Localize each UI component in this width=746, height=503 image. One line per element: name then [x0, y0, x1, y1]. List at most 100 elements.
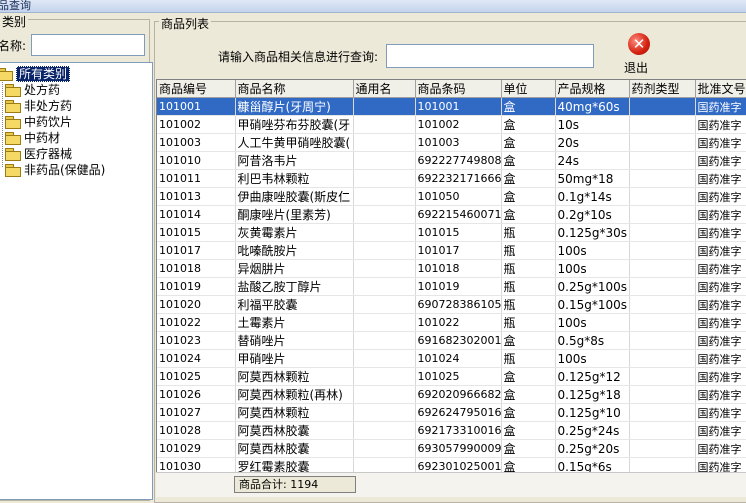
table-cell-code: 101024: [157, 349, 236, 368]
table-cell-spec: 0.25g*24s: [555, 421, 630, 440]
category-tree[interactable]: 所有类别 处方药 非处方药中药饮片 中药材 医疗器械 非药品(保健品): [0, 62, 153, 500]
table-cell-form: [629, 349, 696, 368]
table-cell-unit: 瓶: [501, 295, 556, 314]
table-cell-unit: 盒: [501, 367, 556, 386]
table-cell-generic: [353, 133, 416, 152]
table-row[interactable]: 101020 利福平胶囊 6907283861059 瓶 0.15g*100s 国药准字: [157, 295, 746, 314]
table-row[interactable]: 101018 异烟肼片 101018 瓶 100s 国药准字: [157, 259, 746, 278]
table-row[interactable]: 101014 酮康唑片(里素芳) 6922154600711 盒 0.2g*10s 国药准…: [157, 205, 746, 224]
table-row[interactable]: 101002 甲硝唑芬布芬胶囊(牙 101002 盒 10s 国药准字: [157, 115, 746, 134]
table-row[interactable]: 101011 利巴韦林颗粒 6922321716665 盒 50mg*18 国药准字: [157, 169, 746, 188]
table-cell-spec: 0.1g*14s: [555, 187, 630, 206]
table-cell-name: 阿莫西林颗粒: [235, 403, 354, 422]
table-row[interactable]: 101010 阿昔洛韦片 6922277498080 盒 24s 国药准字: [157, 151, 746, 170]
table-cell-barcode: 101003: [415, 133, 502, 152]
exit-button[interactable]: ✕ 退出: [621, 32, 659, 76]
column-header[interactable]: 商品编号: [157, 80, 236, 98]
table-cell-form: [629, 421, 696, 440]
column-header[interactable]: 通用名: [353, 80, 416, 98]
table-cell-name: 利福平胶囊: [235, 295, 354, 314]
table-row[interactable]: 101025 阿莫西林颗粒 101025 盒 0.125g*12 国药准字: [157, 367, 746, 386]
tree-item[interactable]: 中药饮片: [5, 115, 72, 130]
table-cell-name: 替硝唑片: [235, 331, 354, 350]
table-cell-barcode: 101019: [415, 277, 502, 296]
table-row[interactable]: 101029 阿莫西林胶囊 6930579900095 盒 0.25g*20s 国药准字: [157, 439, 746, 458]
table-cell-approval: 国药准字: [695, 169, 746, 188]
table-row[interactable]: 101026 阿莫西林颗粒(再林) 6920209666828 盒 0.125g*18 国…: [157, 385, 746, 404]
table-cell-code: 101026: [157, 385, 236, 404]
column-header[interactable]: 药剂类型: [629, 80, 696, 98]
table-cell-unit: 盒: [501, 133, 556, 152]
table-cell-spec: 0.125g*10: [555, 403, 630, 422]
table-cell-form: [629, 169, 696, 188]
table-cell-barcode: 6926247950165: [415, 403, 502, 422]
table-row[interactable]: 101019 盐酸乙胺丁醇片 101019 瓶 0.25g*100s 国药准字: [157, 277, 746, 296]
table-cell-spec: 24s: [555, 151, 630, 170]
table-cell-form: [629, 439, 696, 458]
column-header[interactable]: 商品条码: [415, 80, 502, 98]
product-total-count: 商品合计: 1194: [234, 476, 356, 493]
table-cell-generic: [353, 439, 416, 458]
table-cell-spec: 0.125g*18: [555, 385, 630, 404]
table-row[interactable]: 101027 阿莫西林颗粒 6926247950165 盒 0.125g*10 国药准字: [157, 403, 746, 422]
table-cell-spec: 50mg*18: [555, 169, 630, 188]
table-row[interactable]: 101022 土霉素片 101022 瓶 100s 国药准字: [157, 313, 746, 332]
table-row[interactable]: 101023 替硝唑片 6916823020016 盒 0.5g*8s 国药准字: [157, 331, 746, 350]
table-cell-approval: 国药准字: [695, 331, 746, 350]
table-cell-code: 101010: [157, 151, 236, 170]
tree-item[interactable]: 非药品(保健品): [5, 163, 105, 178]
table-cell-code: 101023: [157, 331, 236, 350]
tree-item[interactable]: 中药材: [5, 131, 60, 146]
table-row[interactable]: 101013 伊曲康唑胶囊(斯皮仁 101050 盒 0.1g*14s 国药准字: [157, 187, 746, 206]
table-cell-spec: 0.125g*12: [555, 367, 630, 386]
table-cell-barcode: 101025: [415, 367, 502, 386]
table-cell-spec: 0.25g*100s: [555, 277, 630, 296]
table-row[interactable]: 101015 灰黄霉素片 101015 瓶 0.125g*30s 国药准字: [157, 223, 746, 242]
table-cell-name: 甲硝唑芬布芬胶囊(牙: [235, 115, 354, 134]
table-cell-barcode: 101017: [415, 241, 502, 260]
table-cell-spec: 0.5g*8s: [555, 331, 630, 350]
query-label: 请输入商品相关信息进行查询:: [218, 50, 379, 64]
table-cell-approval: 国药准字: [695, 259, 746, 278]
table-cell-spec: 100s: [555, 313, 630, 332]
table-cell-name: 灰黄霉素片: [235, 223, 354, 242]
tree-item[interactable]: 非处方药: [5, 99, 72, 114]
column-header[interactable]: 单位: [501, 80, 556, 98]
table-cell-name: 阿莫西林颗粒(再林): [235, 385, 354, 404]
column-header[interactable]: 产品规格: [555, 80, 630, 98]
table-cell-name: 利巴韦林颗粒: [235, 169, 354, 188]
tree-item[interactable]: 医疗器械: [5, 147, 72, 162]
folder-icon: [5, 100, 21, 113]
table-cell-barcode: 6916823020016: [415, 331, 502, 350]
product-table[interactable]: 商品编号 商品名称 通用名 商品条码 单位 产品规格 药剂类型 批准文号 101001 糠甾醇片…: [156, 79, 746, 474]
table-row[interactable]: 101001 糠甾醇片(牙周宁) 101001 盒 40mg*60s 国药准字: [157, 97, 746, 116]
table-cell-unit: 盒: [501, 187, 556, 206]
table-cell-approval: 国药准字: [695, 295, 746, 314]
x-circle-icon: ✕: [628, 33, 650, 55]
table-cell-barcode: 6922154600711: [415, 205, 502, 224]
table-cell-form: [629, 277, 696, 296]
table-cell-generic: [353, 241, 416, 260]
product-group-title: 商品列表: [159, 15, 212, 32]
query-input[interactable]: [386, 44, 594, 68]
table-cell-barcode: 101022: [415, 313, 502, 332]
column-header[interactable]: 商品名称: [235, 80, 354, 98]
tree-item-label: 非处方药: [24, 99, 73, 113]
tree-item-label: 非药品(保健品): [24, 163, 106, 177]
table-cell-barcode: 6922277498080: [415, 151, 502, 170]
column-header[interactable]: 批准文号: [695, 80, 746, 98]
table-cell-barcode: 6930579900095: [415, 439, 502, 458]
table-cell-name: 土霉素片: [235, 313, 354, 332]
table-cell-form: [629, 223, 696, 242]
table-cell-code: 101001: [157, 97, 236, 116]
table-row[interactable]: 101003 人工牛黄甲硝唑胶囊(101003 盒 20s 国药准字: [157, 133, 746, 152]
tree-item[interactable]: 处方药: [5, 83, 60, 98]
table-row[interactable]: 101017 吡嗪酰胺片 101017 瓶 100s 国药准字: [157, 241, 746, 260]
table-row[interactable]: 101024 甲硝唑片 101024 瓶 100s 国药准字: [157, 349, 746, 368]
tree-item[interactable]: 所有类别: [0, 66, 71, 82]
table-row[interactable]: 101028 阿莫西林胶囊 6921733100161 盒 0.25g*24s 国药准字: [157, 421, 746, 440]
table-cell-code: 101003: [157, 133, 236, 152]
table-cell-unit: 瓶: [501, 259, 556, 278]
category-name-input[interactable]: [31, 34, 145, 56]
exit-label: 退出: [624, 61, 649, 75]
